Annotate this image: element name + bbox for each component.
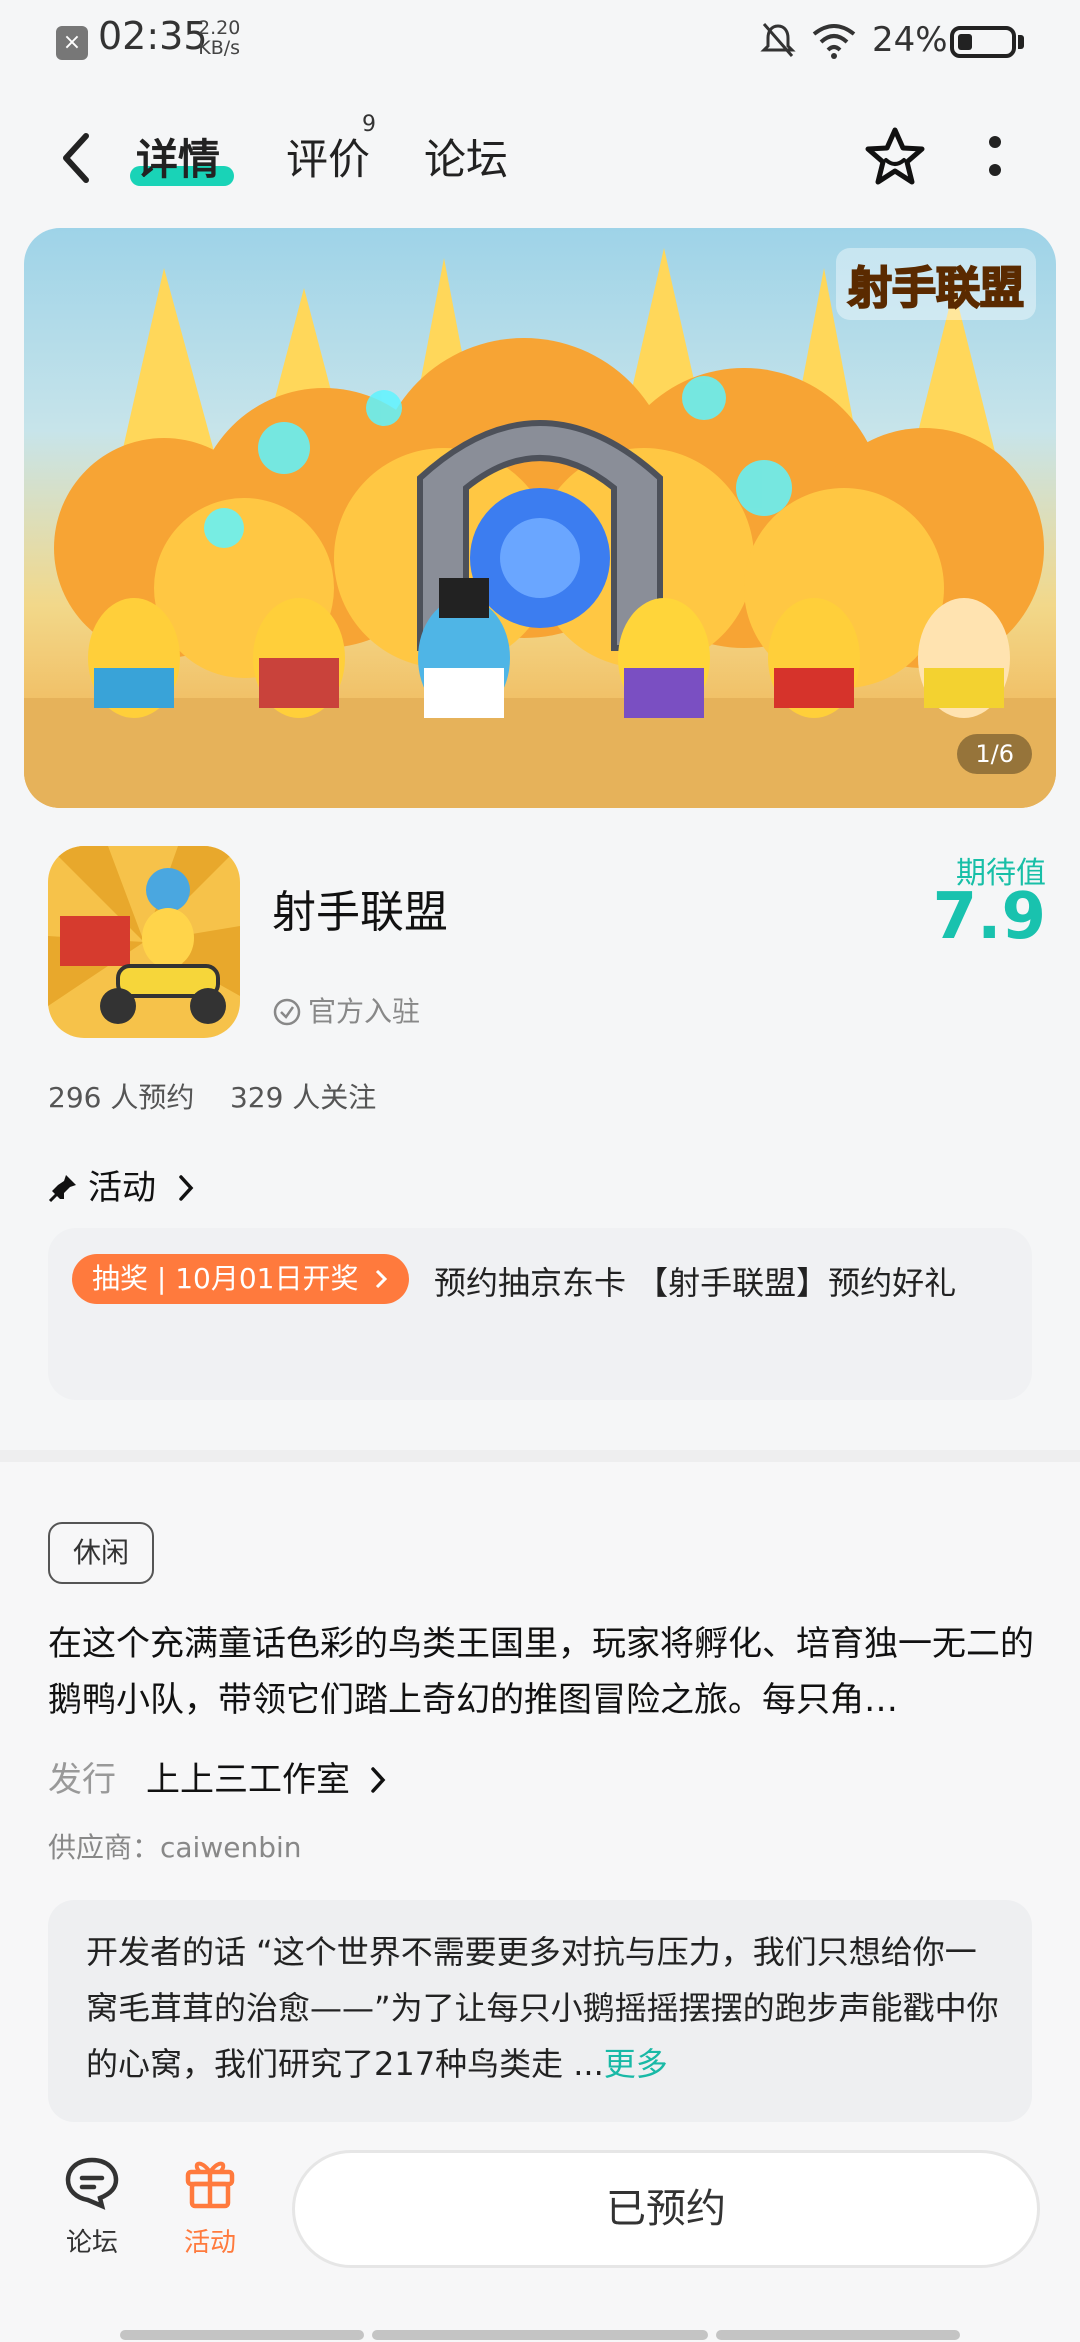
expectation-score: 7.9 — [932, 880, 1046, 954]
developer-note-card[interactable]: 开发者的话 “这个世界不需要更多对抗与压力，我们只想给你一窝毛茸茸的治愈——”为… — [48, 1900, 1032, 2122]
gesture-bar-right — [716, 2330, 960, 2340]
lottery-tag-label: 抽奖 | 10月01日开奖 — [92, 1262, 359, 1295]
network-speed: 2.20 KB/s — [198, 18, 240, 58]
app-name: 射手联盟 — [272, 887, 448, 938]
official-badge: 官方入驻 — [272, 990, 420, 1030]
section-divider — [0, 1450, 1080, 1462]
star-icon[interactable] — [862, 124, 928, 190]
review-count-badge: 9 — [362, 112, 376, 137]
lottery-tag[interactable]: 抽奖 | 10月01日开奖 — [72, 1254, 410, 1304]
official-label: 官方入驻 — [308, 995, 421, 1028]
supplier-text: 供应商：caiwenbin — [48, 1831, 302, 1864]
wifi-icon — [812, 24, 856, 59]
carousel-counter: 1/6 — [957, 734, 1032, 774]
chevron-left-icon[interactable] — [58, 132, 94, 184]
activity-card[interactable]: 预约抽京东卡 【射手联盟】预约好礼 抽奖 | 10月01日开奖 — [48, 1228, 1032, 1400]
bottom-activity-button[interactable]: 活动 — [158, 2154, 262, 2259]
publisher-label: 发行 — [48, 1760, 116, 1800]
battery-icon — [950, 26, 1016, 58]
chevron-right-icon — [179, 1175, 194, 1201]
chat-bubble-icon — [65, 2157, 119, 2210]
status-time: 02:35 — [98, 14, 208, 58]
reservation-stats: 296 人预约 329 人关注 — [48, 1081, 377, 1114]
app-icon — [48, 846, 240, 1038]
network-speed-unit: KB/s — [198, 37, 241, 59]
network-speed-value: 2.20 — [198, 17, 241, 39]
gesture-bar-center — [372, 2330, 708, 2340]
publisher-name: 上上三工作室 — [146, 1760, 350, 1800]
status-bar: × 02:35 2.20 KB/s 24% — [0, 0, 1080, 84]
activity-title: 活动 — [88, 1168, 156, 1208]
mute-bell-icon — [760, 23, 796, 57]
bottom-forum-label: 论坛 — [65, 2228, 118, 2258]
bottom-forum-button[interactable]: 论坛 — [40, 2154, 144, 2259]
bottom-activity-label: 活动 — [183, 2228, 236, 2258]
developer-note: 开发者的话 “这个世界不需要更多对抗与压力，我们只想给你一窝毛茸茸的治愈——”为… — [86, 1924, 1006, 2092]
game-description[interactable]: 在这个充满童话色彩的鸟类王国里，玩家将孵化、培育独一无二的鹅鸭小队，带领它们踏上… — [48, 1616, 1038, 1728]
activity-section-header[interactable]: 活动 — [48, 1160, 197, 1209]
battery-tip — [1018, 35, 1024, 49]
gesture-bar-left — [120, 2330, 364, 2340]
category-tag[interactable]: 休闲 — [48, 1522, 154, 1584]
more-vertical-icon[interactable] — [986, 130, 1004, 186]
top-nav: 详情 评价 9 论坛 — [0, 104, 1080, 208]
tab-details[interactable]: 详情 — [136, 126, 220, 187]
reserved-button[interactable]: 已预约 — [292, 2150, 1040, 2268]
gift-icon — [185, 2161, 235, 2209]
battery-percent: 24% — [872, 20, 948, 60]
check-circle-icon — [273, 998, 301, 1026]
pin-icon — [48, 1175, 76, 1203]
chevron-right-icon — [376, 1269, 388, 1289]
tab-reviews[interactable]: 评价 — [286, 126, 370, 187]
screenshot-carousel[interactable]: 射手联盟 1/6 — [24, 228, 1056, 808]
close-notify-icon: × — [56, 26, 88, 60]
chevron-right-icon — [371, 1767, 386, 1793]
banner-game-logo: 射手联盟 — [836, 248, 1036, 320]
tab-forum[interactable]: 论坛 — [424, 126, 508, 187]
publisher-link[interactable]: 上上三工作室 — [146, 1752, 389, 1801]
more-link[interactable]: 更多 — [604, 2045, 668, 2083]
developer-note-text: 开发者的话 “这个世界不需要更多对抗与压力，我们只想给你一窝毛茸茸的治愈——”为… — [86, 1933, 999, 2083]
